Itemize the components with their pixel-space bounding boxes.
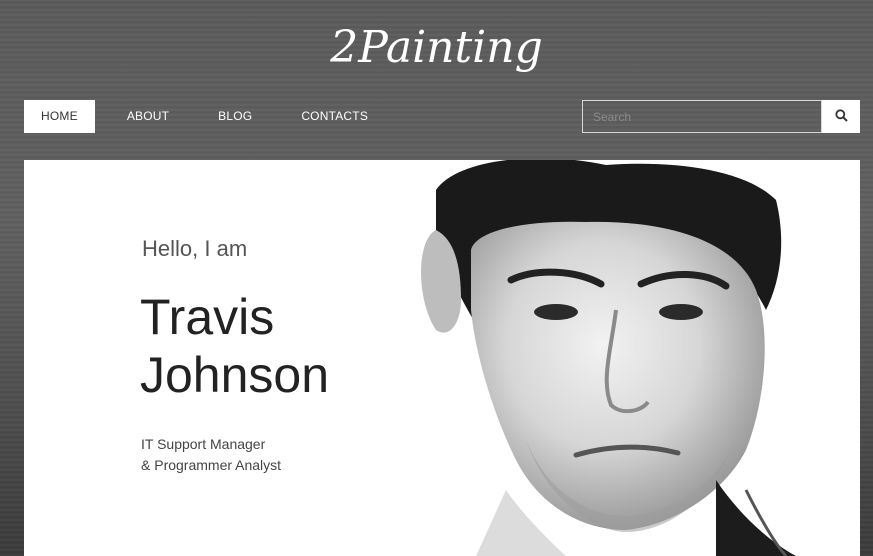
hero-role-line1: IT Support Manager (141, 436, 266, 452)
hero-name: Travis Johnson (140, 288, 329, 404)
search-icon (834, 108, 848, 125)
hero-section: Hello, I am Travis Johnson IT Support Ma… (24, 160, 860, 556)
portrait-image (416, 160, 860, 556)
search-bar (582, 100, 860, 133)
search-input[interactable] (582, 100, 822, 133)
nav-item-blog[interactable]: BLOG (201, 100, 269, 133)
site-logo[interactable]: 2Painting (0, 18, 873, 78)
hero-role-line2: & Programmer Analyst (141, 457, 282, 473)
hero-name-first: Travis (140, 289, 275, 345)
nav-item-contacts[interactable]: CONTACTS (284, 100, 385, 133)
main-nav: HOME ABOUT BLOG CONTACTS (24, 100, 385, 133)
nav-item-home[interactable]: HOME (24, 100, 95, 133)
search-button[interactable] (822, 100, 860, 133)
hero-name-last: Johnson (140, 347, 330, 403)
nav-item-about[interactable]: ABOUT (110, 100, 186, 133)
hero-greeting: Hello, I am (142, 236, 248, 261)
